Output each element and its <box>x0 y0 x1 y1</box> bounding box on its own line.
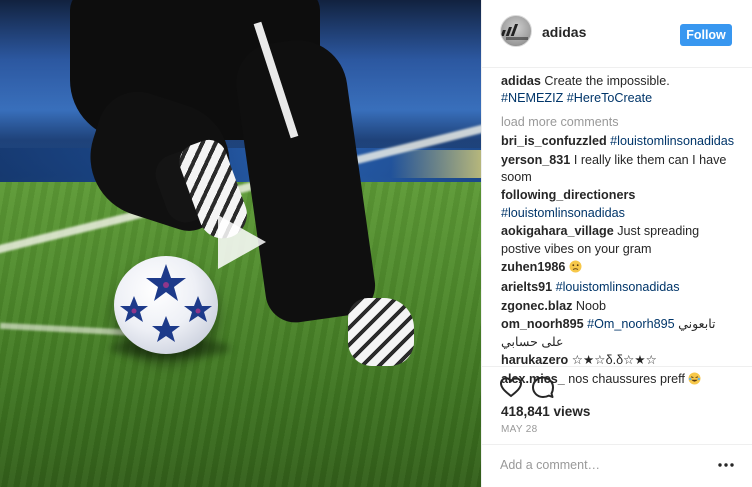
comment-hashtag[interactable]: #louistomlinsonadidas <box>610 134 734 148</box>
comment-item: following_directioners #louistomlinsonad… <box>501 187 741 222</box>
post-caption: adidas Create the impossible. #NEMEZIZ #… <box>501 73 741 108</box>
more-options-icon[interactable] <box>717 457 735 473</box>
comment-text: ☆★☆δ.δ☆★☆ <box>571 353 657 368</box>
comment-username[interactable]: om_noorh895 <box>501 317 584 331</box>
football <box>114 256 218 354</box>
comment-item: yerson_831 I really like them can I have… <box>501 152 741 187</box>
comment-username[interactable]: yerson_831 <box>501 153 570 167</box>
comment-username[interactable]: arielts91 <box>501 280 552 294</box>
comment-hashtag[interactable]: #Om_noorh895 <box>587 317 675 331</box>
avatar[interactable] <box>500 15 532 47</box>
comment-item: om_noorh895 #Om_noorh895 تابعوني على حسا… <box>501 316 741 351</box>
caption-username[interactable]: adidas <box>501 74 541 88</box>
post-author-username[interactable]: adidas <box>542 24 586 40</box>
comment-item: bri_is_confuzzled #louistomlinsonadidas <box>501 133 741 150</box>
comment-item: arielts91 #louistomlinsonadidas <box>501 279 741 296</box>
comment-username[interactable]: zuhen1986 <box>501 260 565 274</box>
comment-item: aokigahara_village Just spreading postiv… <box>501 223 741 258</box>
caption-text: Create the impossible. <box>544 74 670 88</box>
post-date[interactable]: MAY 28 <box>501 424 537 435</box>
heart-icon[interactable] <box>499 375 523 399</box>
view-count: 418,841 views <box>501 404 591 419</box>
add-comment-bar <box>482 444 752 487</box>
post-header: adidas Follow <box>482 0 752 68</box>
comment-hashtag[interactable]: #louistomlinsonadidas <box>556 280 680 294</box>
post-sidebar: adidas Follow adidas Create the impossib… <box>481 0 752 487</box>
speech-bubble-icon[interactable] <box>531 375 555 399</box>
follow-button[interactable]: Follow <box>680 24 732 46</box>
post-actions: 418,841 views MAY 28 <box>482 366 752 456</box>
add-comment-input[interactable] <box>500 455 700 475</box>
comment-username[interactable]: aokigahara_village <box>501 224 614 238</box>
stadium-light <box>391 150 481 178</box>
post-media[interactable] <box>0 0 481 487</box>
comment-text: Noob <box>575 298 606 313</box>
load-more-comments-link[interactable]: load more comments <box>501 114 741 131</box>
comment-text-continued: حسابي <box>501 334 538 349</box>
worried-face-icon <box>569 260 582 278</box>
comment-username[interactable]: harukazero <box>501 353 568 367</box>
comments-list: adidas Create the impossible. #NEMEZIZ #… <box>501 73 741 391</box>
comment-item: zuhen1986 <box>501 259 741 278</box>
comment-username[interactable]: bri_is_confuzzled <box>501 134 607 148</box>
comment-username[interactable]: zgonec.blaz <box>501 299 572 313</box>
comment-item: zgonec.blaz Noob <box>501 298 741 315</box>
play-icon[interactable] <box>214 213 268 271</box>
player-right-boot <box>348 298 414 366</box>
caption-hashtags[interactable]: #NEMEZIZ #HereToCreate <box>501 90 741 107</box>
comment-hashtag[interactable]: #louistomlinsonadidas <box>501 206 625 220</box>
comment-username[interactable]: following_directioners <box>501 188 635 202</box>
